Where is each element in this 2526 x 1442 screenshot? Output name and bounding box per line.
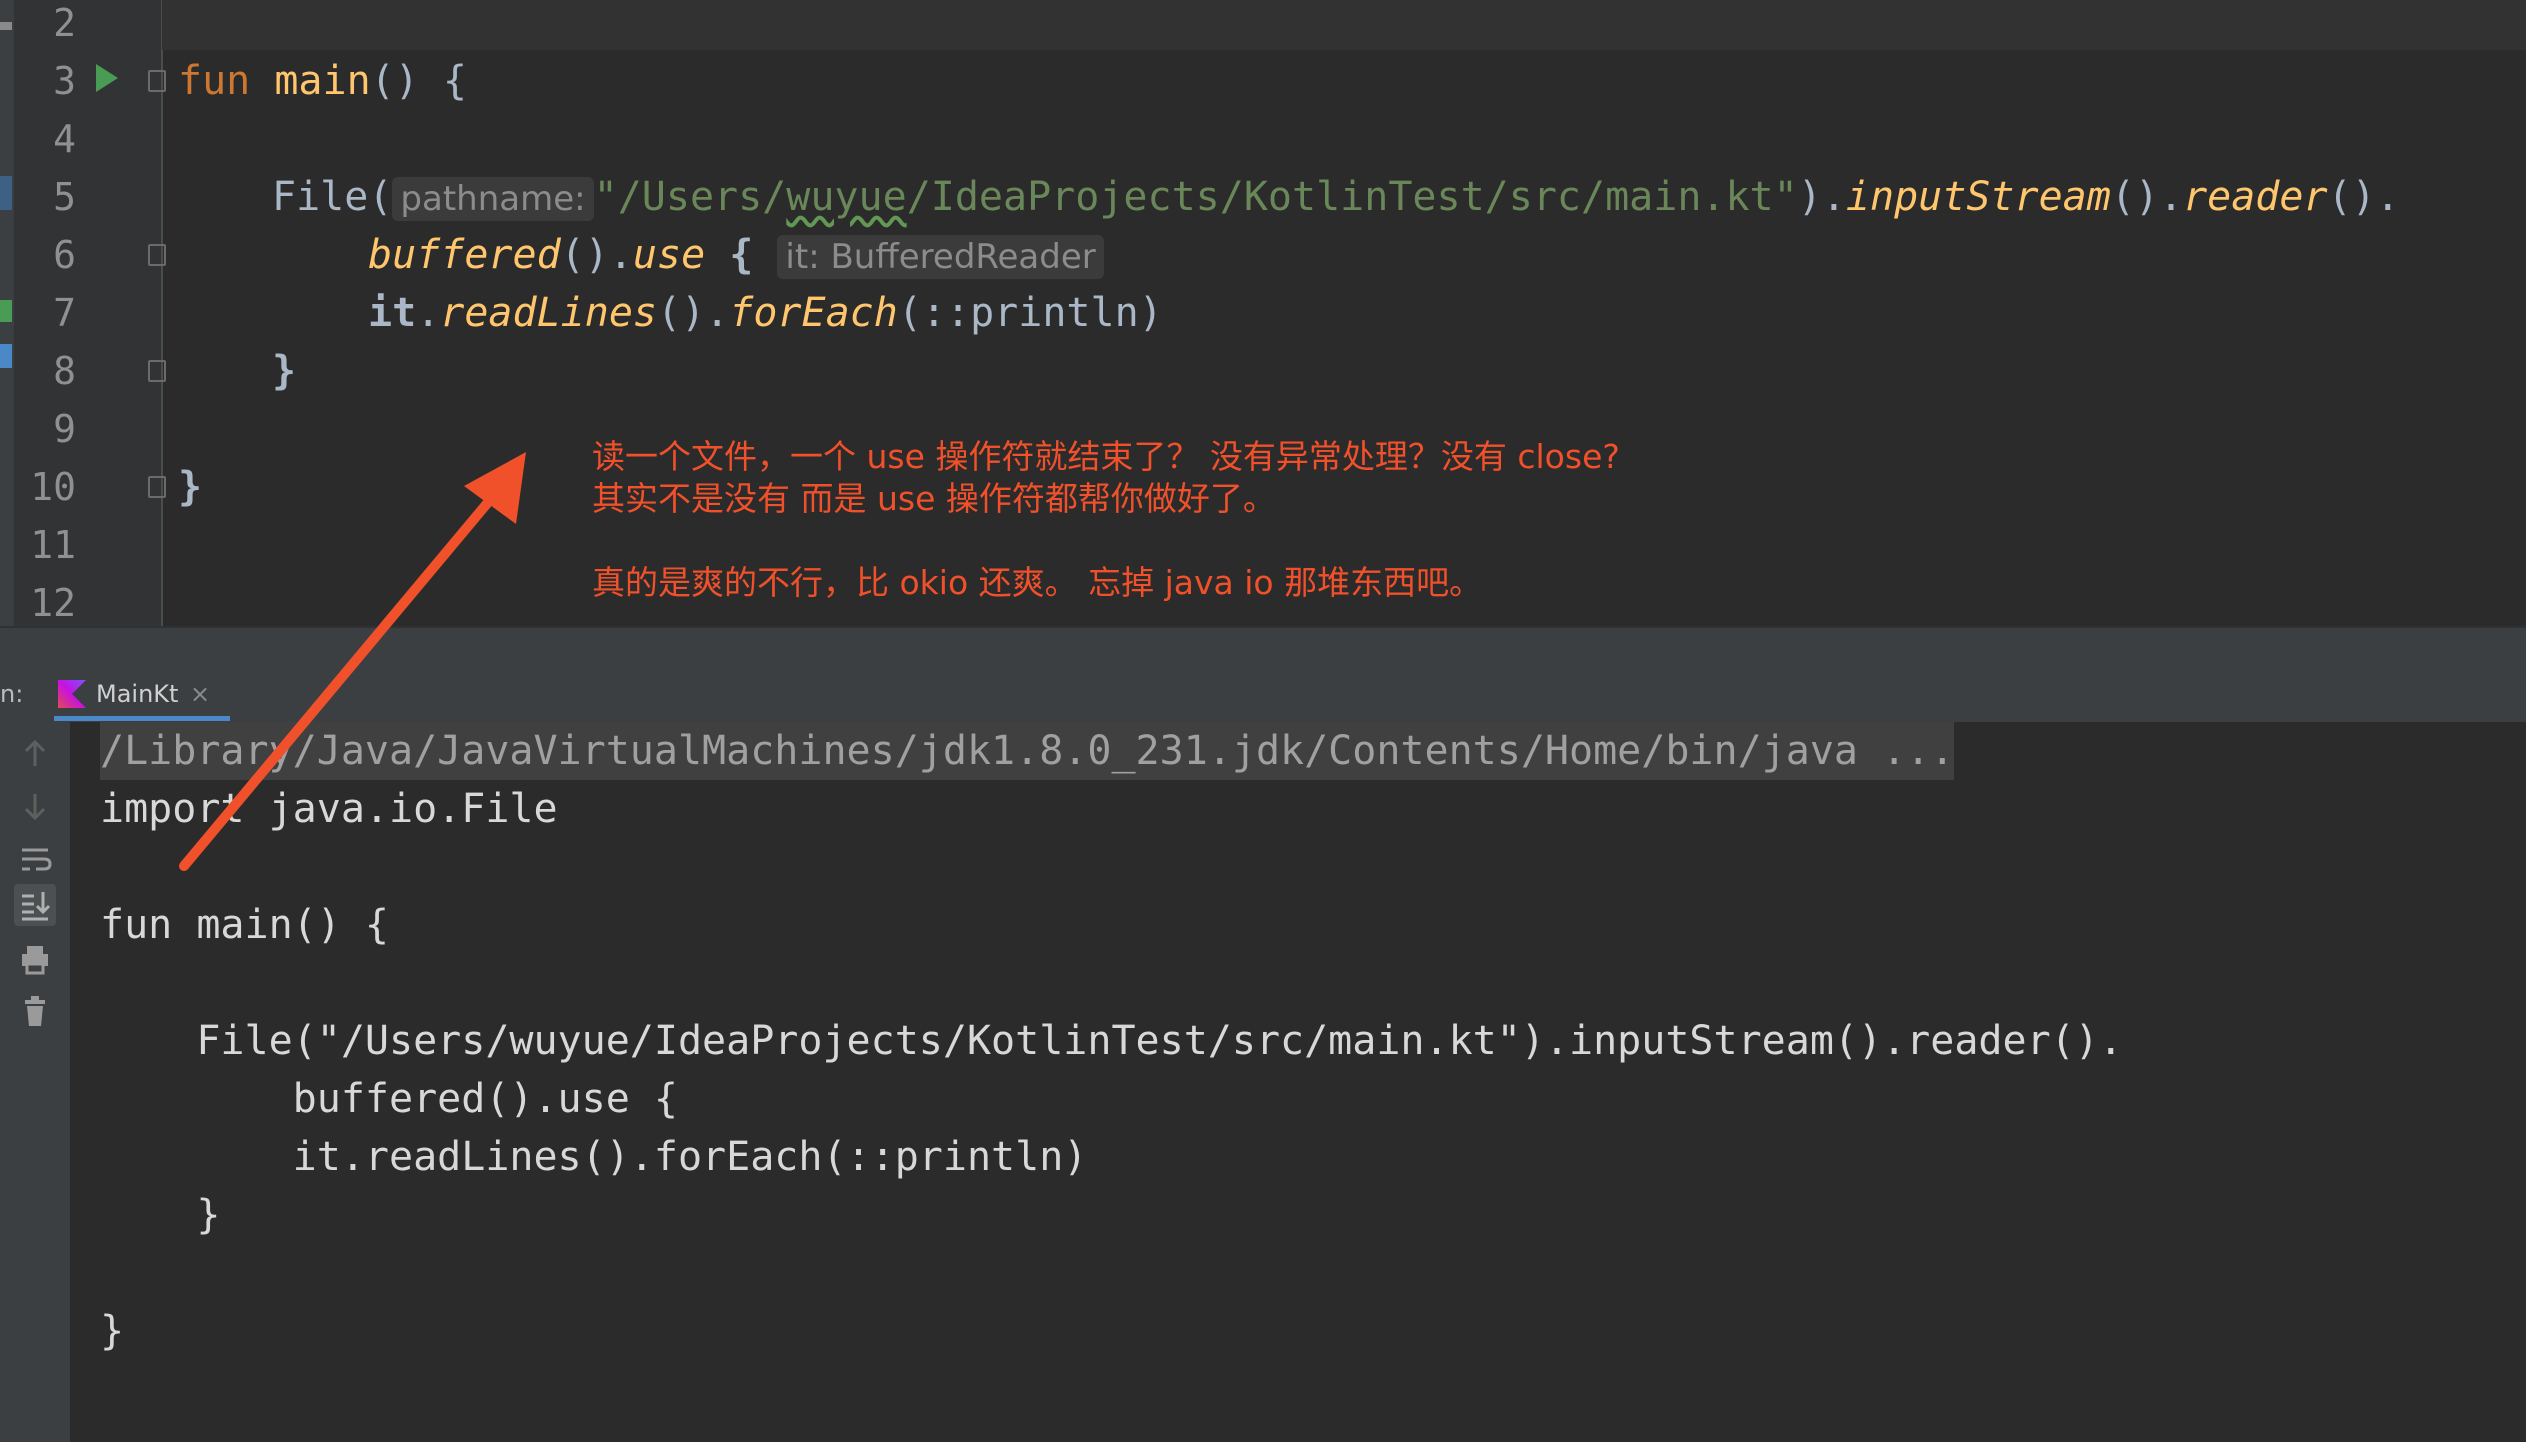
annotation-line: 真的是爽的不行，比 okio 还爽。 忘掉 java io 那堆东西吧。	[592, 563, 1483, 602]
code-token: ().	[657, 290, 730, 336]
code-token: .	[416, 290, 441, 336]
console-toolbar	[0, 722, 70, 1442]
panel-divider[interactable]	[0, 626, 2526, 668]
fold-marker-icon[interactable]	[148, 70, 166, 92]
console-output-line: buffered().use {	[100, 1076, 678, 1122]
code-line-8: }	[272, 348, 297, 394]
print-icon[interactable]	[14, 938, 56, 980]
line-number: 6	[53, 233, 76, 277]
line-number: 12	[30, 581, 76, 625]
run-tool-window-header: n: MainKt ×	[0, 666, 2526, 724]
fold-marker-icon[interactable]	[148, 244, 166, 266]
annotation-text: 读一个文件，一个 use 操作符就结束了？ 没有异常处理？没有 close? 其实…	[592, 436, 1620, 604]
run-main-icon[interactable]	[96, 64, 118, 92]
function-call: reader	[2183, 174, 2328, 220]
code-token: File(	[272, 174, 393, 220]
line-number: 11	[30, 523, 76, 567]
function-call: forEach	[729, 290, 898, 336]
function-call: inputStream	[1845, 174, 2111, 220]
code-line-10: }	[178, 464, 203, 510]
code-token: () {	[370, 58, 467, 104]
kotlin-icon	[58, 680, 86, 708]
code-token: it	[368, 290, 417, 336]
close-icon[interactable]: ×	[190, 666, 210, 722]
function-call: use	[632, 232, 706, 278]
collapse-arrow-icon[interactable]	[0, 22, 12, 30]
line-number: 4	[53, 117, 76, 161]
code-token: ().	[2110, 174, 2184, 220]
function-call: buffered	[368, 232, 561, 278]
parameter-hint: pathname:	[392, 177, 594, 221]
console-output-line: }	[100, 1192, 221, 1238]
string-literal: "/Users/wuyue/IdeaProjects/KotlinTest/sr…	[593, 174, 1798, 220]
run-marker	[0, 300, 12, 322]
up-arrow-icon[interactable]	[14, 734, 56, 776]
typo-word: wuyue	[786, 174, 907, 220]
console-output-line: fun main() {	[100, 902, 389, 948]
line-number: 3	[53, 59, 76, 103]
code-token: ().	[560, 232, 633, 278]
code-line-6: buffered().use { it: BufferedReader	[368, 226, 1104, 284]
gutter-separator	[161, 0, 163, 626]
line-number: 2	[53, 1, 76, 45]
active-tab-indicator	[54, 716, 230, 721]
trash-icon[interactable]	[14, 990, 56, 1032]
bookmark-marker	[0, 176, 12, 210]
console-output-line: }	[100, 1308, 125, 1354]
soft-wrap-icon[interactable]	[14, 838, 56, 880]
java-command-line: /Library/Java/JavaVirtualMachines/jdk1.8…	[100, 722, 1955, 780]
console-output-line: import java.io.File	[100, 786, 558, 832]
function-call: readLines	[440, 290, 658, 336]
code-editor[interactable]: 2 3 4 5 6 7 8 9 10 11 12 fun main() { Fi…	[0, 0, 2526, 626]
line-number: 7	[53, 291, 76, 335]
line-number: 5	[53, 175, 76, 219]
keyword-fun: fun	[178, 58, 251, 104]
line-number: 9	[53, 407, 76, 451]
code-line-3: fun main() {	[178, 52, 467, 110]
fold-marker-icon[interactable]	[148, 360, 166, 382]
console-output-line: File("/Users/wuyue/IdeaProjects/KotlinTe…	[100, 1018, 2123, 1064]
code-token: (::println)	[897, 290, 1163, 336]
line-number: 8	[53, 349, 76, 393]
debug-marker	[0, 344, 12, 368]
tab-mainkt[interactable]: MainKt ×	[54, 666, 230, 722]
console-output-line: it.readLines().forEach(::println)	[100, 1134, 1088, 1180]
code-token: ().	[2327, 174, 2400, 220]
code-token: ).	[1797, 174, 1846, 220]
run-console[interactable]: /Library/Java/JavaVirtualMachines/jdk1.8…	[0, 722, 2526, 1442]
code-line-7: it.readLines().forEach(::println)	[368, 284, 1163, 342]
left-tool-strip	[0, 0, 14, 626]
annotation-line: 其实不是没有 而是 use 操作符都帮你做好了。	[592, 479, 1276, 518]
scroll-to-end-icon[interactable]	[14, 884, 56, 926]
run-label: n:	[0, 680, 24, 708]
down-arrow-icon[interactable]	[14, 786, 56, 828]
line-number: 10	[30, 465, 76, 509]
caret-row-highlight	[162, 0, 2526, 50]
code-token: {	[705, 232, 754, 278]
type-hint: it: BufferedReader	[777, 235, 1104, 279]
fold-marker-icon[interactable]	[148, 476, 166, 498]
function-name: main	[274, 58, 371, 104]
code-line-5: File(pathname: "/Users/wuyue/IdeaProjects…	[272, 168, 2400, 226]
annotation-line: 读一个文件，一个 use 操作符就结束了？ 没有异常处理？没有 close?	[592, 437, 1620, 476]
tab-label: MainKt	[96, 680, 179, 708]
